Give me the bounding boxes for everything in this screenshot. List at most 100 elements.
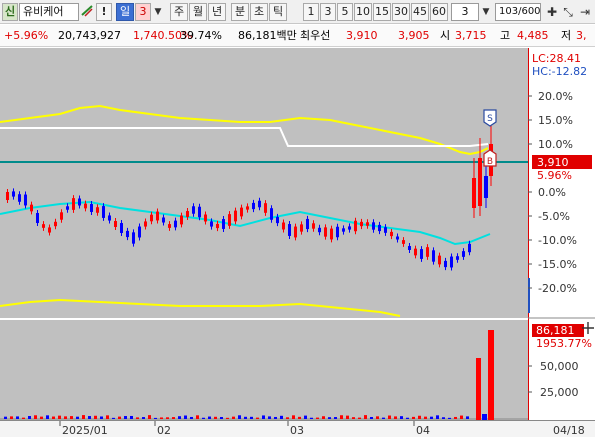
price-tick-label: -15.0%: [538, 258, 577, 271]
volume-bar: [382, 417, 385, 419]
candle-body: [42, 224, 45, 228]
tab-minute[interactable]: 분: [231, 3, 249, 21]
interval-5[interactable]: 5: [337, 3, 353, 21]
volume-bar: [298, 416, 301, 419]
price-chart[interactable]: S B: [0, 48, 528, 318]
candle-body: [12, 191, 15, 197]
candle-body: [198, 206, 201, 218]
daily-count-dropdown-icon[interactable]: ▼: [152, 3, 164, 21]
volume-bar: [262, 415, 265, 419]
candle-body: [180, 215, 183, 225]
volume-bar: [112, 417, 115, 419]
volume-bar: [466, 416, 469, 419]
volume-bar: [124, 416, 127, 419]
volume-bar: [190, 416, 193, 419]
stock-name-input[interactable]: 유비케어: [19, 3, 79, 21]
volume-bar: [376, 416, 379, 419]
candle-body: [210, 221, 213, 227]
volume-bar: [256, 417, 259, 419]
interval-60[interactable]: 60: [430, 3, 448, 21]
candle-body: [246, 206, 249, 210]
interval-10[interactable]: 10: [354, 3, 372, 21]
candle-body: [390, 231, 393, 237]
high-price: 4,485: [517, 29, 549, 42]
volume-bar: [52, 416, 55, 419]
volume-bar: [292, 415, 295, 419]
candle-body: [126, 230, 129, 238]
candle-body: [306, 218, 309, 230]
candle-body: [300, 224, 303, 232]
volume-chart-canvas[interactable]: [0, 320, 528, 420]
candle-body: [24, 194, 27, 206]
candle-body: [54, 221, 57, 227]
tab-weekly[interactable]: 주: [170, 3, 188, 21]
volume-bar: [334, 417, 337, 419]
volume-bar-prev: [476, 358, 481, 420]
stock-type-icon[interactable]: 신: [2, 3, 18, 21]
stock-search-icon[interactable]: [80, 3, 94, 21]
turnover-ratio: 39.74%: [180, 29, 222, 42]
candle-body: [114, 221, 117, 227]
volume-bar: [64, 416, 67, 419]
svg-text:50,000: 50,000: [540, 360, 579, 373]
alert-button[interactable]: !: [96, 3, 112, 21]
volume-bar: [388, 415, 391, 419]
candle-body: [228, 214, 231, 226]
volume-bar: [412, 416, 415, 419]
tab-yearly[interactable]: 년: [208, 3, 226, 21]
count-input[interactable]: 103/600: [495, 3, 541, 21]
current-volume-pct: 1953.77%: [536, 337, 592, 350]
candle-body: [432, 250, 435, 262]
volume-bar: [100, 416, 103, 419]
volume-bar: [154, 417, 157, 419]
candle-body: [396, 236, 399, 240]
interval-1[interactable]: 1: [303, 3, 319, 21]
price-tick-label: 20.0%: [538, 90, 573, 103]
candle-body: [294, 226, 297, 238]
interval-15[interactable]: 15: [373, 3, 391, 21]
candle-body: [366, 222, 369, 226]
candle-body: [414, 248, 417, 256]
interval-dropdown-icon[interactable]: ▼: [480, 3, 492, 21]
right-axis: LC:28.41 HC:-12.82 20.0% 15.0% 10.0% 0.0% -5…: [526, 48, 595, 420]
quote-strip: +5.96% 20,743,927 1,740.50% 39.74% 86,18…: [0, 25, 595, 47]
price-tick-label: 10.0%: [538, 138, 573, 151]
candle-body: [282, 222, 285, 230]
candle-body: [444, 260, 447, 268]
interval-3[interactable]: 3: [320, 3, 336, 21]
candle-body: [204, 214, 207, 222]
chart-window: 신 유비케어 ! 일 3 ▼ 주 월 년 분 초 틱 1 3 5 10 15 3…: [0, 0, 595, 437]
daily-count[interactable]: 3: [135, 3, 151, 21]
tab-monthly[interactable]: 월: [189, 3, 207, 21]
interval-45[interactable]: 45: [411, 3, 429, 21]
volume-bar: [76, 416, 79, 419]
volume-bar: [442, 417, 445, 419]
volume-bar: [130, 415, 133, 419]
volume-bar: [16, 416, 19, 419]
zoom-tool-icon[interactable]: ⤡: [561, 3, 575, 21]
volume-bar: [148, 415, 151, 419]
interval-select[interactable]: 3: [451, 3, 479, 21]
tab-second[interactable]: 초: [250, 3, 268, 21]
interval-30[interactable]: 30: [392, 3, 410, 21]
lc-label: LC:28.41: [532, 52, 581, 65]
candle-body: [318, 227, 321, 233]
candle-body: [288, 224, 291, 236]
tab-daily[interactable]: 일: [116, 3, 134, 21]
candle-body: [438, 255, 441, 265]
volume-bar: [172, 417, 175, 419]
volume-bar: [328, 417, 331, 419]
volume-chart[interactable]: [0, 320, 528, 420]
tab-tick[interactable]: 틱: [269, 3, 287, 21]
price-chart-canvas[interactable]: S B: [0, 48, 528, 318]
volume-bar: [88, 416, 91, 419]
candle-body: [312, 223, 315, 229]
price-tick-label: -5.0%: [538, 210, 570, 223]
expand-volume-icon[interactable]: [578, 318, 595, 338]
crosshair-tool-icon[interactable]: ✚: [545, 3, 559, 21]
candle-body: [342, 228, 345, 232]
x-label-03: 03: [290, 424, 304, 437]
scroll-tool-icon[interactable]: ⇥: [578, 3, 592, 21]
volume-bar: [460, 415, 463, 419]
candle-body: [222, 219, 225, 229]
